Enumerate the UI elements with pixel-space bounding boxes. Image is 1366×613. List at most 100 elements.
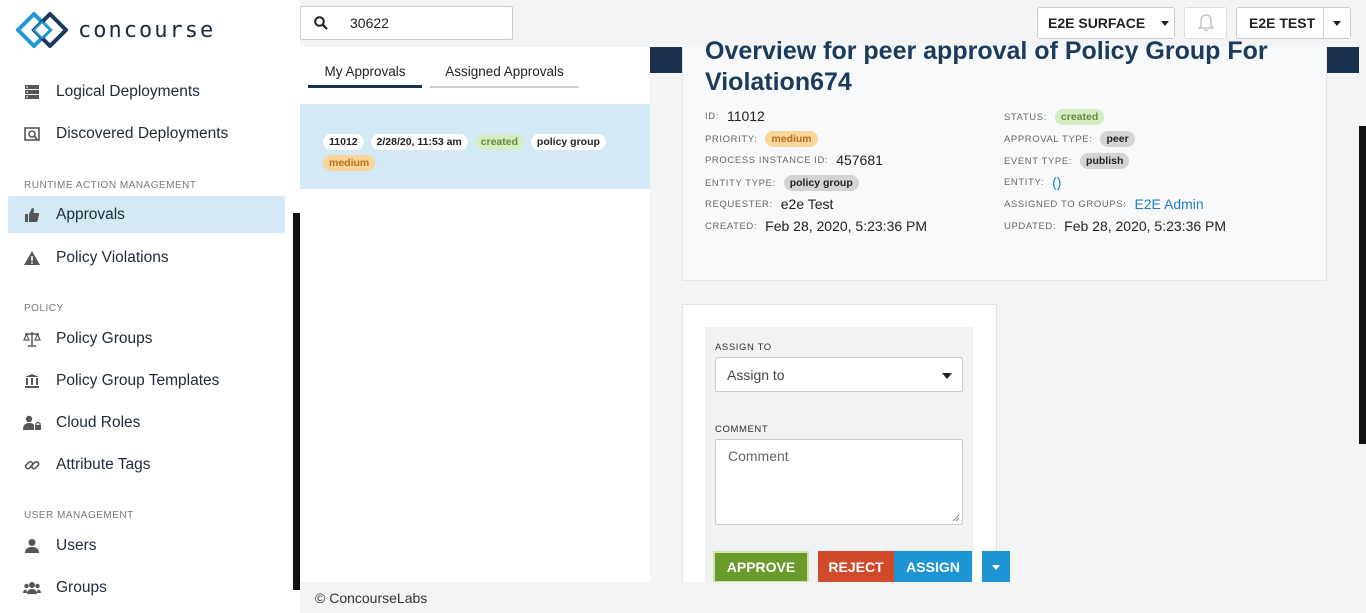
footer: © ConcourseLabs	[300, 582, 1366, 613]
field-priority: PRIORITY: medium	[705, 131, 818, 147]
field-label: PROCESS INSTANCE ID:	[705, 154, 829, 166]
search-icon	[314, 16, 328, 30]
users-icon	[23, 579, 41, 597]
concourse-logo-icon	[16, 12, 68, 48]
split-divider	[1323, 8, 1324, 38]
sidebar-item-label: Logical Deployments	[56, 82, 200, 100]
chevron-down-icon	[992, 564, 1000, 570]
link-icon	[23, 456, 41, 474]
header-band-right	[1327, 47, 1359, 73]
approvals-list-panel: My Approvals Assigned Approvals 11012 2/…	[300, 47, 650, 582]
search-input[interactable]	[350, 15, 490, 31]
section-user-management: USER MANAGEMENT	[24, 510, 134, 521]
event-type-chip: publish	[1080, 153, 1130, 169]
thumbs-up-icon	[23, 206, 41, 224]
approval-date-chip: 2/28/20, 11:53 am	[370, 134, 468, 150]
field-id: ID: 11012	[705, 108, 765, 124]
sidebar-item-label: Attribute Tags	[56, 455, 151, 473]
tab-indicator-active	[308, 85, 422, 88]
field-value: e2e Test	[780, 196, 834, 212]
field-value: Feb 28, 2020, 5:23:36 PM	[1064, 218, 1227, 234]
field-value: 11012	[726, 108, 765, 124]
field-entity: ENTITY: ()	[1004, 174, 1061, 190]
field-process-instance: PROCESS INSTANCE ID: 457681	[705, 152, 883, 168]
sidebar-item-label: Discovered Deployments	[56, 124, 229, 142]
logo[interactable]: concourse	[16, 12, 215, 48]
assign-to-placeholder: Assign to	[727, 366, 785, 383]
notifications-button[interactable]	[1184, 7, 1227, 39]
field-label: EVENT TYPE:	[1004, 155, 1073, 167]
discover-icon	[23, 125, 41, 143]
status-badge: created	[474, 134, 525, 150]
user-lock-icon	[23, 414, 41, 432]
section-policy: POLICY	[24, 303, 64, 314]
field-label: CREATED:	[705, 220, 758, 232]
sidebar-scrollbar[interactable]	[293, 213, 300, 590]
logo-text: concourse	[78, 17, 216, 43]
resize-handle-icon[interactable]	[952, 514, 960, 522]
approve-button[interactable]: APPROVE	[713, 551, 809, 583]
field-label: ENTITY:	[1004, 176, 1045, 188]
sidebar-item-discovered-deployments[interactable]: Discovered Deployments	[8, 115, 285, 152]
entity-link[interactable]: ()	[1052, 174, 1061, 190]
entity-type-chip: policy group	[530, 134, 606, 150]
field-label: UPDATED:	[1004, 220, 1057, 232]
sidebar-item-label: Policy Group Templates	[56, 371, 220, 389]
sidebar-item-attribute-tags[interactable]: Attribute Tags	[8, 446, 285, 483]
field-label: ENTITY TYPE:	[705, 177, 776, 189]
field-event-type: EVENT TYPE: publish	[1004, 153, 1130, 169]
field-requester: REQUESTER: e2e Test	[705, 196, 833, 212]
copyright-text: © ConcourseLabs	[315, 590, 428, 606]
content-scrollbar[interactable]	[1359, 126, 1366, 444]
user-icon	[23, 537, 41, 555]
chevron-down-icon	[1161, 20, 1170, 26]
field-created: CREATED: Feb 28, 2020, 5:23:36 PM	[705, 218, 927, 234]
sidebar-item-label: Approvals	[56, 205, 125, 223]
field-label: ID:	[705, 110, 719, 122]
page-title: Overview for peer approval of Policy Gro…	[705, 37, 1268, 96]
sidebar-item-label: Policy Violations	[56, 248, 169, 266]
field-value: Feb 28, 2020, 5:23:36 PM	[765, 218, 928, 234]
sidebar-item-policy-group-templates[interactable]: Policy Group Templates	[8, 362, 285, 399]
sidebar-item-label: Groups	[56, 578, 107, 596]
comment-placeholder: Comment	[728, 448, 789, 464]
search-box[interactable]	[300, 6, 513, 40]
field-label: ASSIGNED TO GROUPS:	[1004, 198, 1127, 210]
sidebar-item-cloud-roles[interactable]: Cloud Roles	[8, 404, 285, 441]
section-runtime: RUNTIME ACTION MANAGEMENT	[24, 180, 197, 191]
approval-id-chip: 11012	[323, 134, 364, 150]
assigned-group-link[interactable]: E2E Admin	[1134, 196, 1203, 212]
assign-options-button[interactable]	[982, 551, 1010, 583]
field-status: STATUS: created	[1004, 109, 1105, 125]
field-entity-type: ENTITY TYPE: policy group	[705, 175, 859, 191]
org-selector[interactable]: E2E TEST	[1236, 7, 1351, 39]
comment-field[interactable]: Comment	[715, 439, 963, 525]
tab-indicator	[430, 86, 579, 88]
assign-to-label: ASSIGN TO	[715, 342, 772, 353]
sidebar-item-label: Users	[56, 536, 97, 554]
tab-my-approvals[interactable]: My Approvals	[308, 64, 422, 79]
sidebar-item-groups[interactable]: Groups	[8, 569, 285, 606]
org-selector-label: E2E TEST	[1249, 15, 1316, 31]
approval-list-item[interactable]: 11012 2/28/20, 11:53 am created policy g…	[300, 104, 650, 189]
sidebar-item-logical-deployments[interactable]: Logical Deployments	[8, 73, 285, 110]
sidebar-item-label: Cloud Roles	[56, 413, 141, 431]
surface-selector[interactable]: E2E SURFACE	[1037, 7, 1175, 39]
sidebar-item-policy-groups[interactable]: Policy Groups	[8, 320, 285, 357]
surface-selector-label: E2E SURFACE	[1048, 15, 1146, 31]
chevron-down-icon[interactable]	[1333, 21, 1341, 26]
institution-icon	[23, 372, 41, 390]
status-badge: created	[1054, 109, 1105, 125]
comment-label: COMMENT	[715, 424, 769, 435]
assign-to-select[interactable]: Assign to	[715, 357, 963, 392]
reject-button[interactable]: REJECT	[818, 551, 894, 583]
field-label: REQUESTER:	[705, 198, 773, 210]
field-label: APPROVAL TYPE:	[1004, 133, 1093, 145]
priority-badge: medium	[765, 131, 818, 147]
tab-assigned-approvals[interactable]: Assigned Approvals	[430, 64, 579, 79]
sidebar-item-approvals[interactable]: Approvals	[8, 196, 285, 233]
sidebar-item-users[interactable]: Users	[8, 527, 285, 564]
sidebar-item-policy-violations[interactable]: Policy Violations	[8, 239, 285, 276]
assign-button[interactable]: ASSIGN	[894, 551, 972, 583]
balance-scale-icon	[23, 330, 41, 348]
